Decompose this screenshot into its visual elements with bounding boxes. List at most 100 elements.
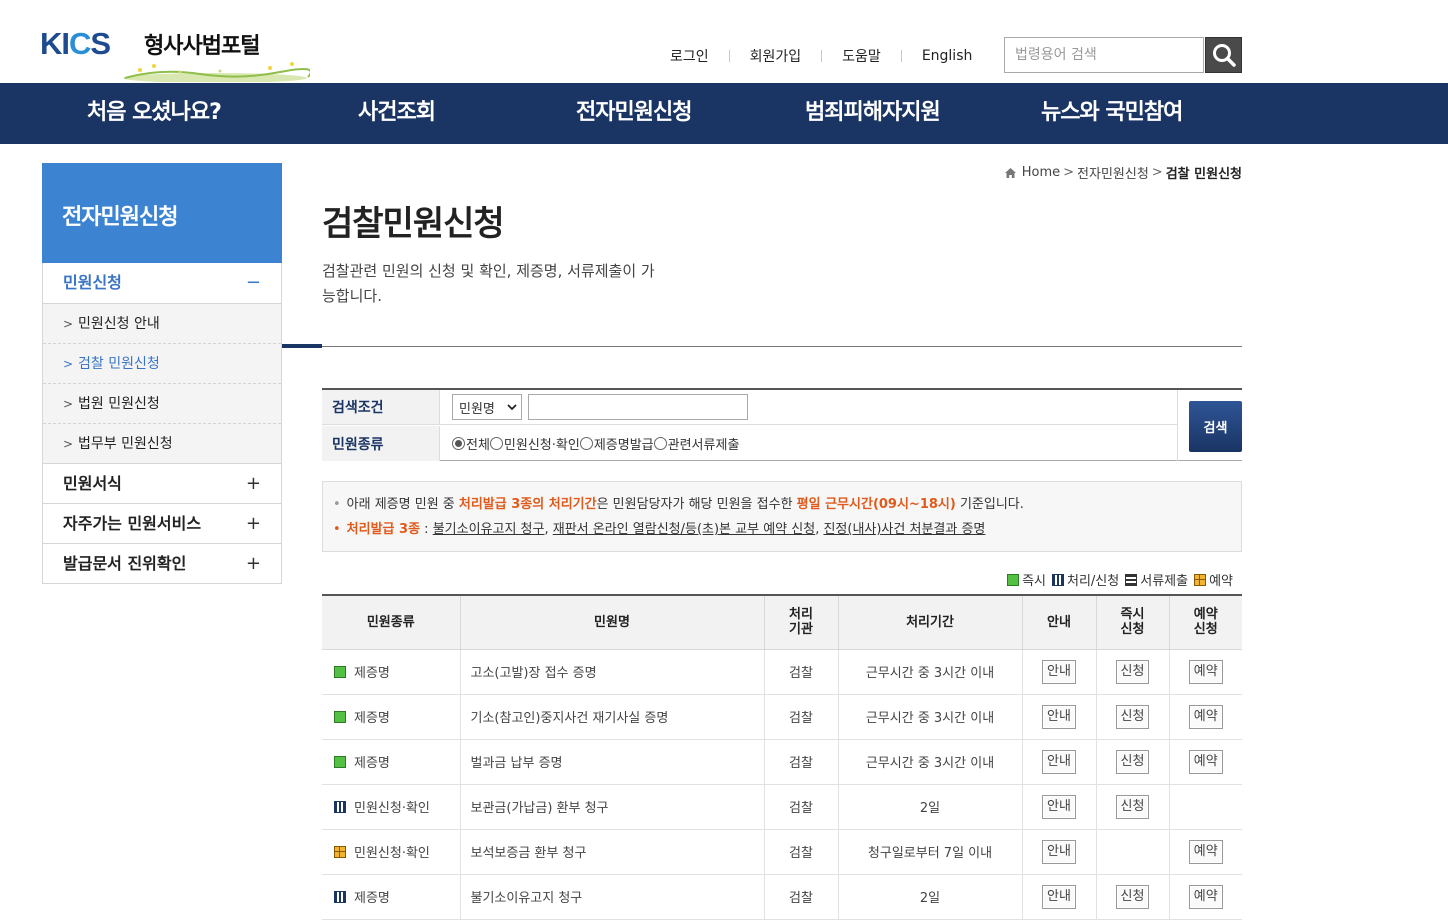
cell-org: 검찰: [763, 738, 839, 785]
radio-certificate[interactable]: 제증명발급: [579, 434, 654, 453]
guide-button[interactable]: 안내: [1042, 659, 1076, 684]
chevron-right-icon: >: [63, 437, 74, 451]
lnb-sub-label: 법무부 민원신청: [78, 436, 173, 452]
reserve-button[interactable]: 예약: [1188, 839, 1223, 864]
chevron-right-icon: >: [1151, 165, 1163, 180]
apply-button[interactable]: 신청: [1115, 749, 1150, 774]
petition-table: 민원종류 민원명 처리 기관 처리기간 안내 즉시 신청 예약 신청 제증명 고소(고…: [322, 594, 1242, 920]
cell-guide: 안내: [1021, 693, 1097, 740]
notice-text: 기준입니다.: [955, 497, 1024, 512]
process-icon: [334, 801, 346, 813]
cell-org: 검찰: [763, 783, 839, 830]
gnb-news-participation[interactable]: 뉴스와 국민참여: [1041, 83, 1183, 144]
document-icon: [1125, 573, 1138, 586]
legend-item: 처리/신청: [1052, 570, 1119, 589]
th-name: 민원명: [459, 595, 765, 650]
breadcrumb-home[interactable]: Home: [1022, 165, 1060, 180]
search-condition-select[interactable]: 민원명: [452, 394, 522, 420]
search-icon: [1212, 44, 1236, 67]
cell-reserve: 예약: [1168, 873, 1242, 920]
term-search-input[interactable]: [1005, 38, 1203, 72]
login-link[interactable]: 로그인: [670, 46, 709, 66]
instant-icon: [334, 711, 346, 723]
cell-instant: 신청: [1095, 873, 1170, 920]
table-row: 제증명 불기소이유고지 청구 검찰 2일 안내 신청 예약: [322, 873, 1242, 920]
apply-button[interactable]: 신청: [1115, 884, 1150, 909]
apply-button[interactable]: 신청: [1115, 794, 1150, 819]
cell-period: 2일: [837, 783, 1023, 830]
radio-document-submit[interactable]: 관련서류제출: [653, 434, 739, 453]
gnb-first-visit[interactable]: 처음 오셨나요?: [87, 83, 222, 144]
petition-type-row: 민원종류 전체 민원신청·확인 제증명발급 관련서류제출: [322, 426, 1177, 461]
chevron-right-icon: >: [1063, 165, 1075, 180]
notice-link-judgment-view[interactable]: 재판서 온라인 열람신청/등(초)본 교부 예약 신청: [553, 522, 815, 537]
table-row: 민원신청·확인 보관금(가납금) 환부 청구 검찰 2일 안내 신청: [322, 783, 1242, 830]
breadcrumb-level1[interactable]: 전자민원신청: [1077, 163, 1149, 182]
legend-label: 즉시: [1022, 574, 1046, 589]
cell-instant: 신청: [1095, 693, 1170, 740]
guide-button[interactable]: 안내: [1042, 839, 1076, 864]
cell-type: 민원신청·확인: [322, 783, 461, 830]
reserve-button[interactable]: 예약: [1188, 749, 1223, 774]
guide-button[interactable]: 안내: [1042, 884, 1076, 909]
table-header-row: 민원종류 민원명 처리 기관 처리기간 안내 즉시 신청 예약 신청: [322, 595, 1242, 650]
lnb-sub-label: 민원신청 안내: [78, 316, 160, 332]
chevron-down-icon: [507, 403, 517, 410]
help-link[interactable]: 도움말: [842, 46, 881, 66]
notice-link-nonprosecution[interactable]: 불기소이유고지 청구: [433, 522, 545, 537]
lnb-group-petition[interactable]: 민원신청 −: [43, 263, 281, 303]
gnb-victim-support[interactable]: 범죄피해자지원: [805, 83, 941, 144]
lnb-sub-item-court[interactable]: > 법원 민원신청: [43, 383, 281, 423]
icon-legend: 즉시 처리/신청 서류제출 예약: [1001, 570, 1233, 589]
cell-period: 2일: [837, 873, 1023, 920]
apply-button[interactable]: 신청: [1115, 704, 1150, 729]
notice-text: :: [420, 522, 433, 537]
notice-emphasis: 처리발급 3종: [346, 522, 421, 537]
process-icon: [334, 891, 346, 903]
signup-link[interactable]: 회원가입: [750, 46, 802, 66]
guide-button[interactable]: 안내: [1042, 794, 1076, 819]
apply-button[interactable]: 신청: [1115, 659, 1150, 684]
radio-dot: [489, 437, 503, 450]
cell-instant: 신청: [1095, 783, 1170, 830]
english-link[interactable]: English: [922, 48, 973, 64]
reserve-button[interactable]: 예약: [1188, 884, 1223, 909]
logo-brand: KICS: [40, 26, 111, 61]
lnb-sub-item-prosecution[interactable]: > 검찰 민원신청: [43, 343, 281, 383]
lnb-group-forms[interactable]: 민원서식 +: [43, 463, 281, 503]
reserve-icon: [1194, 573, 1207, 586]
lnb-sub-item-guide[interactable]: > 민원신청 안내: [43, 303, 281, 343]
table-row: 민원신청·확인 보석보증금 환부 청구 검찰 청구일로부터 7일 이내 안내 예…: [322, 828, 1242, 875]
notice-link-petition-result[interactable]: 진정(내사)사건 처분결과 증명: [823, 522, 985, 537]
radio-petition-check[interactable]: 민원신청·확인: [489, 434, 580, 453]
legend-item: 예약: [1194, 570, 1233, 589]
reserve-button[interactable]: 예약: [1188, 704, 1223, 729]
gnb-e-petition[interactable]: 전자민원신청: [576, 83, 692, 144]
notice-box: • 아래 제증명 민원 중 처리발급 3종의 처리기간은 민원담당자가 해당 민원…: [322, 481, 1242, 552]
header: KICS 형사사법포털 로그인 회원가입 도움말 English: [0, 0, 1448, 83]
lnb-group-verify[interactable]: 발급문서 진위확인 +: [43, 543, 281, 583]
radio-all[interactable]: 전체: [452, 434, 490, 453]
site-logo[interactable]: KICS 형사사법포털: [40, 26, 330, 82]
reserve-button[interactable]: 예약: [1188, 659, 1223, 684]
lnb-group-label: 자주가는 민원서비스: [63, 514, 202, 533]
search-keyword-input[interactable]: [528, 394, 748, 420]
lnb-sub-item-justice-ministry[interactable]: > 법무부 민원신청: [43, 423, 281, 463]
search-button[interactable]: 검색: [1189, 401, 1242, 452]
cell-type: 제증명: [322, 738, 461, 785]
cell-period: 청구일로부터 7일 이내: [837, 828, 1023, 875]
lnb-group-frequent[interactable]: 자주가는 민원서비스 +: [43, 503, 281, 543]
cell-guide: 안내: [1021, 648, 1097, 695]
minus-icon: −: [245, 272, 261, 293]
gnb-case-lookup[interactable]: 사건조회: [358, 83, 436, 144]
cell-period: 근무시간 중 3시간 이내: [837, 648, 1023, 695]
notice-line-1: • 아래 제증명 민원 중 처리발급 3종의 처리기간은 민원담당자가 해당 민원…: [333, 492, 1241, 517]
logo-meadow-icon: [123, 62, 310, 82]
guide-button[interactable]: 안내: [1042, 704, 1076, 729]
cell-reserve: 예약: [1168, 648, 1242, 695]
guide-button[interactable]: 안내: [1042, 749, 1076, 774]
term-search-button[interactable]: [1205, 37, 1242, 73]
cell-name: 고소(고발)장 접수 증명: [459, 648, 765, 695]
cell-period: 근무시간 중 3시간 이내: [837, 738, 1023, 785]
cell-org: 검찰: [763, 693, 839, 740]
